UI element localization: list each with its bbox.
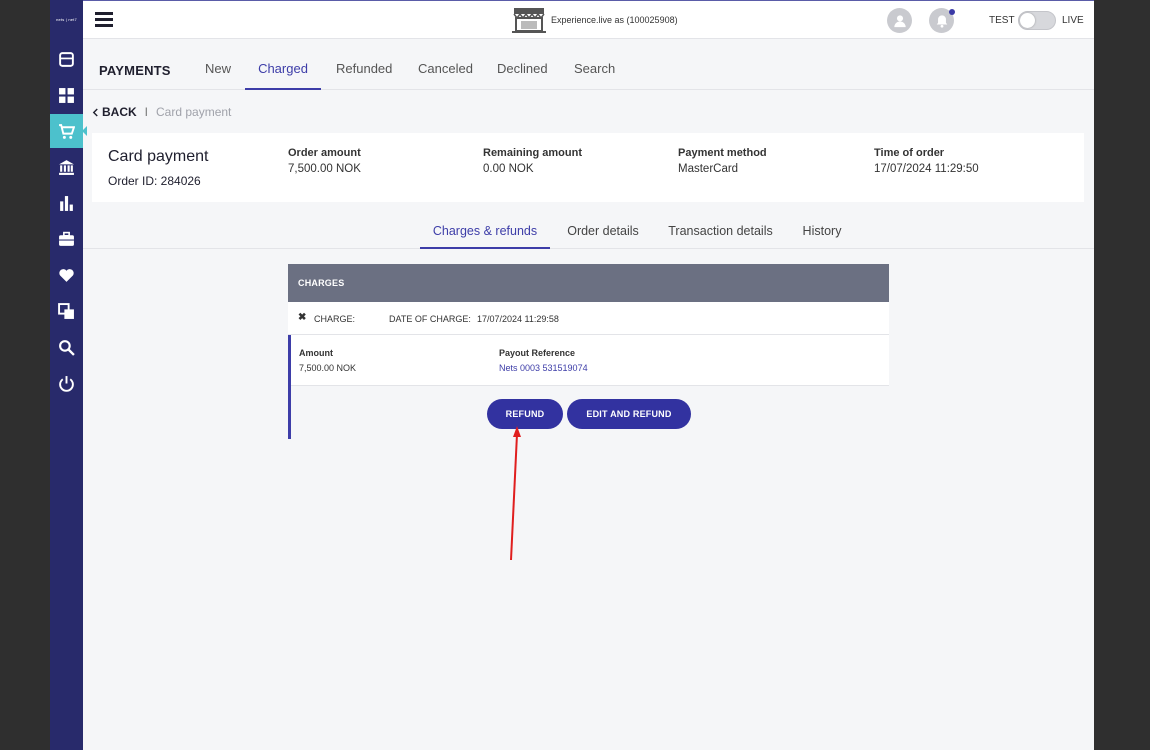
tab-charges-refunds[interactable]: Charges & refunds: [420, 224, 550, 249]
payment-method-field: Payment method MasterCard: [678, 147, 767, 175]
store-selector[interactable]: Experience.live as (100025908): [511, 6, 678, 34]
tab-history[interactable]: History: [801, 224, 843, 249]
detail-tabs: Charges & refunds Order details Transact…: [83, 214, 1094, 249]
back-link[interactable]: BACK: [102, 105, 137, 119]
remaining-amount-value: 0.00 NOK: [483, 163, 534, 175]
order-amount-field: Order amount 7,500.00 NOK: [288, 147, 361, 175]
payout-reference-label: Payout Reference: [499, 348, 576, 358]
amount-value: 7,500.00 NOK: [299, 363, 357, 373]
time-of-order-field: Time of order 17/07/2024 11:29:50: [874, 147, 979, 175]
payment-method-value: MasterCard: [678, 163, 739, 175]
tab-new[interactable]: New: [203, 61, 233, 90]
amount-label: Amount: [299, 348, 333, 358]
bar-chart-icon: [60, 195, 73, 211]
charge-detail: Amount 7,500.00 NOK Payout Reference Net…: [288, 335, 889, 439]
cart-icon: [59, 123, 75, 139]
sidebar-logo: nets | net7: [56, 17, 77, 22]
bell-icon: [936, 14, 947, 28]
sidebar-item-favorites[interactable]: [50, 258, 83, 292]
payment-summary-card: Card payment Order ID: 284026 Order amou…: [92, 133, 1084, 202]
dashboard-icon: [59, 87, 74, 103]
date-of-charge-label: DATE OF CHARGE:: [389, 314, 471, 324]
search-icon: [59, 339, 75, 356]
charge-label: CHARGE:: [314, 314, 356, 324]
chevron-left-icon[interactable]: [92, 108, 99, 117]
order-amount-label: Order amount: [288, 147, 361, 159]
sidebar-item-payments[interactable]: [50, 114, 87, 148]
tab-declined[interactable]: Declined: [497, 61, 548, 90]
test-mode-label: TEST: [989, 15, 1015, 26]
storefront-icon: [512, 8, 546, 33]
sidebar-item-reports[interactable]: [50, 186, 83, 220]
date-of-charge-value: 17/07/2024 11:29:58: [477, 314, 559, 324]
menu-icon[interactable]: [95, 12, 113, 28]
toggle-knob: [1020, 13, 1035, 28]
top-bar: Experience.live as (100025908) TEST LIVE: [83, 0, 1094, 39]
tab-search[interactable]: Search: [574, 61, 615, 90]
tab-charged[interactable]: Charged: [245, 61, 321, 90]
breadcrumb: BACK I Card payment: [92, 105, 231, 119]
heart-icon: [59, 268, 74, 282]
notification-dot: [949, 9, 955, 15]
app-window: nets | net7 Experience.live as (10002590…: [50, 0, 1094, 750]
payout-reference-link[interactable]: Nets 0003 531519074: [499, 363, 588, 373]
notifications-button[interactable]: [929, 8, 955, 33]
breadcrumb-current: Card payment: [156, 105, 232, 119]
store-icon: [59, 51, 74, 67]
charge-row[interactable]: ✖ CHARGE: DATE OF CHARGE: 17/07/2024 11:…: [288, 302, 889, 335]
payments-header: PAYMENTS New Charged Refunded Canceled D…: [83, 39, 1094, 90]
active-indicator: [82, 126, 87, 136]
close-icon[interactable]: ✖: [298, 312, 306, 323]
copy-icon: [58, 302, 74, 319]
charges-header: CHARGES: [288, 264, 889, 302]
briefcase-icon: [59, 231, 74, 246]
sidebar-item-business[interactable]: [50, 222, 83, 256]
breadcrumb-separator: I: [144, 105, 149, 119]
refund-button[interactable]: REFUND: [487, 399, 563, 429]
live-mode-label: LIVE: [1062, 15, 1084, 26]
order-id: Order ID: 284026: [108, 174, 201, 188]
charge-actions: REFUND EDIT AND REFUND: [291, 386, 889, 439]
test-live-toggle[interactable]: [1018, 11, 1056, 30]
sidebar: nets | net7: [50, 0, 87, 750]
remaining-amount-label: Remaining amount: [483, 147, 583, 159]
payment-method-label: Payment method: [678, 147, 767, 159]
user-icon: [893, 14, 906, 27]
charges-panel: CHARGES ✖ CHARGE: DATE OF CHARGE: 17/07/…: [288, 264, 889, 439]
sidebar-item-dashboard[interactable]: [50, 78, 83, 112]
power-icon: [59, 375, 74, 392]
tab-refunded[interactable]: Refunded: [336, 61, 392, 90]
tab-transaction-details[interactable]: Transaction details: [668, 224, 773, 249]
sidebar-item-logout[interactable]: [50, 366, 83, 400]
remaining-amount-field: Remaining amount 0.00 NOK: [483, 147, 582, 175]
sidebar-item-search[interactable]: [50, 330, 83, 364]
tab-order-details[interactable]: Order details: [566, 224, 640, 249]
merchant-label: Experience.live as (100025908): [551, 15, 678, 25]
bank-icon: [59, 159, 74, 175]
charge-detail-info: Amount 7,500.00 NOK Payout Reference Net…: [291, 335, 889, 386]
time-of-order-value: 17/07/2024 11:29:50: [874, 163, 979, 175]
user-avatar[interactable]: [887, 8, 912, 33]
sidebar-item-store[interactable]: [50, 42, 83, 76]
tab-canceled[interactable]: Canceled: [418, 61, 473, 90]
card-title: Card payment: [108, 148, 209, 165]
page-title: PAYMENTS: [99, 63, 171, 78]
sidebar-item-copy[interactable]: [50, 294, 83, 328]
edit-and-refund-button[interactable]: EDIT AND REFUND: [567, 399, 691, 429]
time-of-order-label: Time of order: [874, 147, 945, 159]
order-amount-value: 7,500.00 NOK: [288, 163, 361, 175]
sidebar-item-bank[interactable]: [50, 150, 83, 184]
